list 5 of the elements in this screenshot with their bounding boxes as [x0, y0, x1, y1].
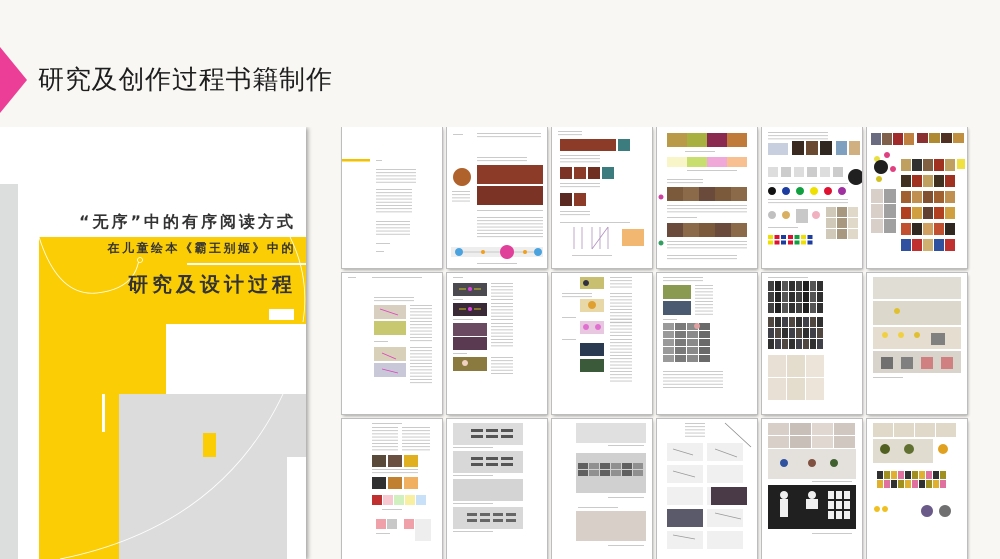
triangle-marker-icon [0, 47, 27, 113]
cover-subheading: 在儿童绘本《霸王别姬》中的 [108, 240, 296, 256]
cover-heading: “无序”中的有序阅读方式 [78, 212, 296, 232]
cover-title: 研究及设计过程 [128, 271, 296, 297]
slide-title: 研究及创作过程书籍制作 [38, 64, 333, 97]
